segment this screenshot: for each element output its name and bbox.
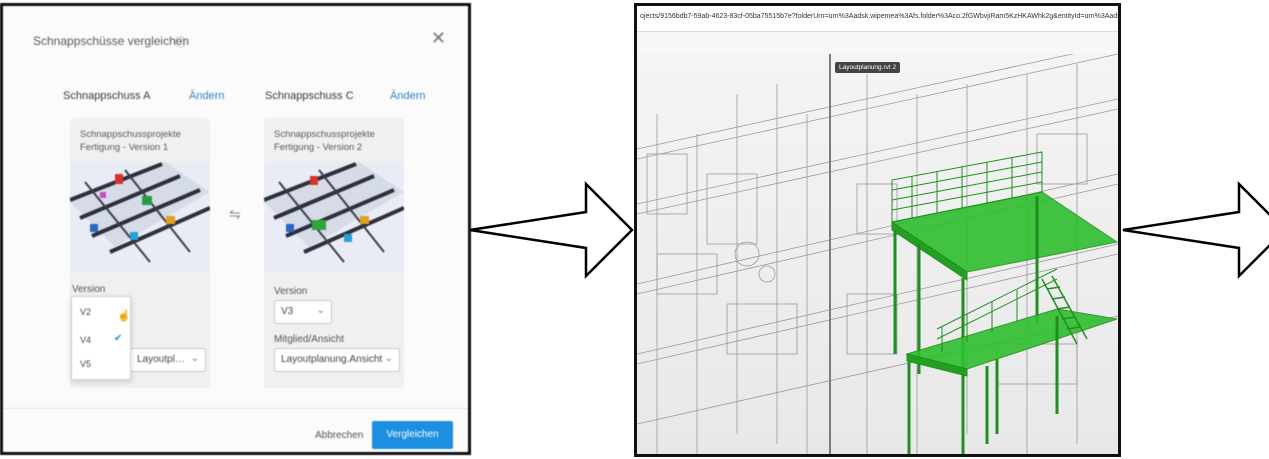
info-icon[interactable]: ⓘ bbox=[175, 34, 186, 50]
snapshot-c-version-select[interactable]: V3 ⌄ bbox=[274, 300, 332, 324]
compare-button[interactable]: Vergleichen bbox=[372, 421, 453, 449]
address-bar[interactable]: ojects/9156bdb7-59ab-4623-83cf-05ba75515… bbox=[637, 6, 1118, 32]
viewport-divider[interactable] bbox=[829, 54, 831, 454]
snapshot-a-heading: Schnappschuss A bbox=[63, 90, 151, 102]
dialog-title: Schnappschüsse vergleichen bbox=[33, 34, 190, 48]
snapshot-c-view-label: Mitglied/Ansicht bbox=[274, 334, 345, 345]
snapshot-c-thumbnail bbox=[264, 162, 404, 272]
snapshot-c-card: Schnappschussprojekte Fertigung - Versio… bbox=[264, 118, 404, 388]
check-icon: ✔ bbox=[114, 333, 123, 344]
snapshot-a-description: Schnappschussprojekte Fertigung - Versio… bbox=[80, 129, 181, 153]
snapshot-c-version-label: Version bbox=[274, 286, 308, 297]
cancel-button[interactable]: Abbrechen bbox=[315, 430, 363, 441]
swap-arrows-icon: ⇋ bbox=[229, 206, 241, 222]
dropdown-option-2[interactable]: V5 bbox=[80, 359, 91, 369]
dropdown-option-1[interactable]: V4 bbox=[80, 335, 91, 345]
snapshot-c-view-value: Layoutplanung.Ansicht bbox=[281, 354, 383, 365]
snapshot-a-view-value: Layoutplanung.Ansicht bbox=[137, 354, 189, 365]
snapshot-a-change-link[interactable]: Ändern bbox=[189, 90, 224, 102]
snapshot-a-thumbnail bbox=[70, 162, 210, 272]
viewer-toolbar bbox=[637, 32, 1118, 55]
dropdown-option-0[interactable]: V2 bbox=[80, 307, 91, 317]
snapshot-c-view-select[interactable]: Layoutplanung.Ansicht ⌄ bbox=[274, 348, 400, 372]
snapshot-c-change-link[interactable]: Ändern bbox=[390, 90, 425, 102]
model-view-label: Layoutplanung.rvt 2 bbox=[835, 62, 901, 73]
close-icon[interactable]: ✕ bbox=[431, 28, 446, 49]
chevron-down-icon: ⌄ bbox=[384, 353, 393, 364]
chevron-down-icon: ⌄ bbox=[190, 353, 199, 364]
3d-model-scene[interactable] bbox=[637, 54, 1118, 454]
snapshot-c-description: Schnappschussprojekte Fertigung - Versio… bbox=[274, 129, 375, 153]
arrow-right-icon bbox=[469, 180, 634, 280]
snapshot-a-version-label: Version bbox=[72, 284, 106, 295]
arrow-right-icon bbox=[1122, 180, 1269, 280]
chevron-down-icon: ⌄ bbox=[316, 305, 325, 316]
model-viewer-window: ojects/9156bdb7-59ab-4623-83cf-05ba75515… bbox=[634, 3, 1121, 457]
dialog-footer-divider bbox=[3, 408, 468, 409]
compare-dialog: Schnappschüsse vergleichen ⓘ ✕ Schnappsc… bbox=[0, 3, 471, 455]
snapshot-c-heading: Schnappschuss C bbox=[265, 90, 354, 102]
snapshot-c-version-value: V3 bbox=[281, 306, 294, 317]
snapshot-a-view-select[interactable]: Layoutplanung.Ansicht ⌄ bbox=[130, 348, 206, 372]
mouse-cursor-icon: ☝ bbox=[117, 310, 131, 322]
